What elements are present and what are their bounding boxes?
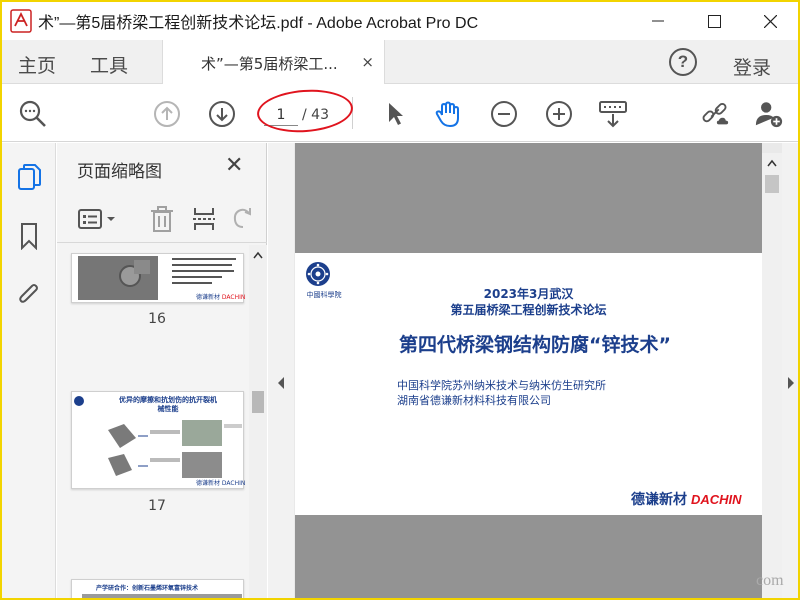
- acrobat-window: 术”—第5届桥梁工程创新技术论坛.pdf - Adobe Acrobat Pro…: [0, 0, 800, 600]
- thumbnails-panel: 页面缩略图 ✕ 德谦新材 DACHIN 16 优异的摩擦和抗划伤的抗开裂机械性能…: [57, 143, 267, 598]
- page-up-icon[interactable]: [152, 99, 182, 129]
- close-window-button[interactable]: [742, 2, 798, 40]
- institute-logo-icon: [306, 262, 330, 286]
- thumbnail-text-block: [172, 258, 238, 288]
- delete-icon[interactable]: [149, 205, 175, 233]
- thumbnail-page-18[interactable]: 产学研合作：创新石墨烯环氧富锌技术: [71, 579, 244, 598]
- toolbar-divider: [352, 97, 353, 129]
- select-arrow-icon[interactable]: [380, 99, 410, 129]
- maximize-button[interactable]: [686, 2, 742, 40]
- toolbar: 1 / 43: [2, 85, 798, 142]
- thumbnail-page-17[interactable]: 优异的摩擦和抗划伤的抗开裂机械性能 德谦新材 DACHIN: [71, 391, 246, 489]
- title-bar: 术”—第5届桥梁工程创新技术论坛.pdf - Adobe Acrobat Pro…: [2, 2, 798, 40]
- thumbnail-photo: [78, 256, 158, 300]
- page-number-input[interactable]: 1: [264, 104, 298, 126]
- tab-tools[interactable]: 工具: [90, 51, 128, 78]
- thumbnail-logo: [74, 396, 84, 406]
- thumbnail-heading: 优异的摩擦和抗划伤的抗开裂机械性能: [119, 396, 217, 413]
- scroll-up-icon[interactable]: [253, 251, 263, 259]
- left-collapse-strip[interactable]: [268, 143, 294, 598]
- thumbnail-options-icon[interactable]: [77, 205, 119, 233]
- help-icon[interactable]: ?: [669, 48, 697, 76]
- thumbnail-scrollbar[interactable]: [249, 245, 267, 598]
- thumbnail-diagram: [108, 420, 242, 478]
- tab-bar: 主页 工具 术”—第5届桥梁工... × ? 登录: [2, 40, 798, 84]
- thumbnail-scroll-thumb[interactable]: [252, 391, 264, 413]
- slide-date: 2023年3月武汉: [483, 287, 574, 301]
- tab-home[interactable]: 主页: [18, 51, 56, 78]
- document-view: 中國科學院 2023年3月武汉 第五届桥梁工程创新技术论坛 第四代桥梁钢结构防腐…: [268, 143, 798, 598]
- brand-en: DACHIN: [691, 492, 742, 507]
- thumbnail-brand: 德谦新材 DACHIN: [196, 480, 246, 487]
- acrobat-logo-icon: [8, 8, 34, 34]
- panel-toolbar: [57, 195, 267, 243]
- window-title: 术”—第5届桥梁工程创新技术论坛.pdf - Adobe Acrobat Pro…: [38, 15, 479, 32]
- zoom-in-icon[interactable]: [544, 99, 574, 129]
- minimize-button[interactable]: [630, 2, 686, 40]
- thumbnail-page-16[interactable]: 德谦新材 DACHIN: [71, 253, 246, 303]
- pdf-slide-page: 中國科學院 2023年3月武汉 第五届桥梁工程创新技术论坛 第四代桥梁钢结构防腐…: [295, 253, 762, 515]
- thumbnail-list: 德谦新材 DACHIN 16 优异的摩擦和抗划伤的抗开裂机械性能 德谦新材 DA…: [57, 245, 249, 598]
- thumbnail-page-number: 17: [148, 498, 166, 514]
- navigation-rail: [2, 143, 56, 598]
- thumbnail-brand: 德谦新材 DACHIN: [196, 294, 246, 301]
- rotate-icon[interactable]: [231, 205, 255, 233]
- zoom-out-icon[interactable]: [489, 99, 519, 129]
- slide-forum: 第五届桥梁工程创新技术论坛: [450, 303, 607, 317]
- panel-close-icon[interactable]: ✕: [225, 153, 243, 178]
- add-user-icon[interactable]: [754, 99, 784, 129]
- share-link-icon[interactable]: [700, 99, 730, 129]
- magnify-icon[interactable]: [18, 99, 48, 129]
- slide-title: 第四代桥梁钢结构防腐“锌技术”: [399, 334, 671, 356]
- slide-brand: 德谦新材 DACHIN: [631, 489, 742, 509]
- document-scroll-thumb[interactable]: [765, 175, 779, 193]
- brand-cn: 德谦新材: [631, 492, 687, 508]
- thumbnail-heading: 产学研合作：创新石墨烯环氧富锌技术: [96, 585, 199, 592]
- attachment-icon[interactable]: [14, 279, 44, 309]
- page-down-icon[interactable]: [207, 99, 237, 129]
- scroll-up-icon[interactable]: [767, 159, 777, 167]
- panel-title: 页面缩略图: [77, 162, 162, 182]
- sign-in-button[interactable]: 登录: [733, 53, 771, 80]
- extract-icon[interactable]: [191, 205, 217, 233]
- page-total: / 43: [302, 107, 329, 123]
- page-area-above: [295, 143, 762, 253]
- thumbnail-page-number: 16: [148, 311, 166, 327]
- collapse-right-icon[interactable]: [787, 377, 795, 389]
- tab-document[interactable]: 术”—第5届桥梁工... ×: [162, 40, 385, 84]
- keyboard-scroll-icon[interactable]: [598, 99, 628, 129]
- document-tab-label: 术”—第5届桥梁工...: [201, 55, 338, 73]
- right-collapse-strip[interactable]: [782, 143, 798, 598]
- slide-organization-2: 湖南省德谦新材料科技有限公司: [397, 394, 551, 407]
- bookmark-icon[interactable]: [14, 221, 44, 251]
- thumbnail-photo: [82, 594, 242, 598]
- pages-icon[interactable]: [14, 163, 44, 193]
- page-area-below: [295, 515, 762, 598]
- slide-organization-1: 中国科学院苏州纳米技术与纳米仿生研究所: [397, 379, 606, 392]
- close-tab-icon[interactable]: ×: [361, 53, 374, 71]
- collapse-left-icon[interactable]: [277, 377, 285, 389]
- document-scrollbar[interactable]: [762, 153, 782, 598]
- watermark-text: com: [756, 572, 784, 589]
- hand-icon[interactable]: [433, 99, 463, 129]
